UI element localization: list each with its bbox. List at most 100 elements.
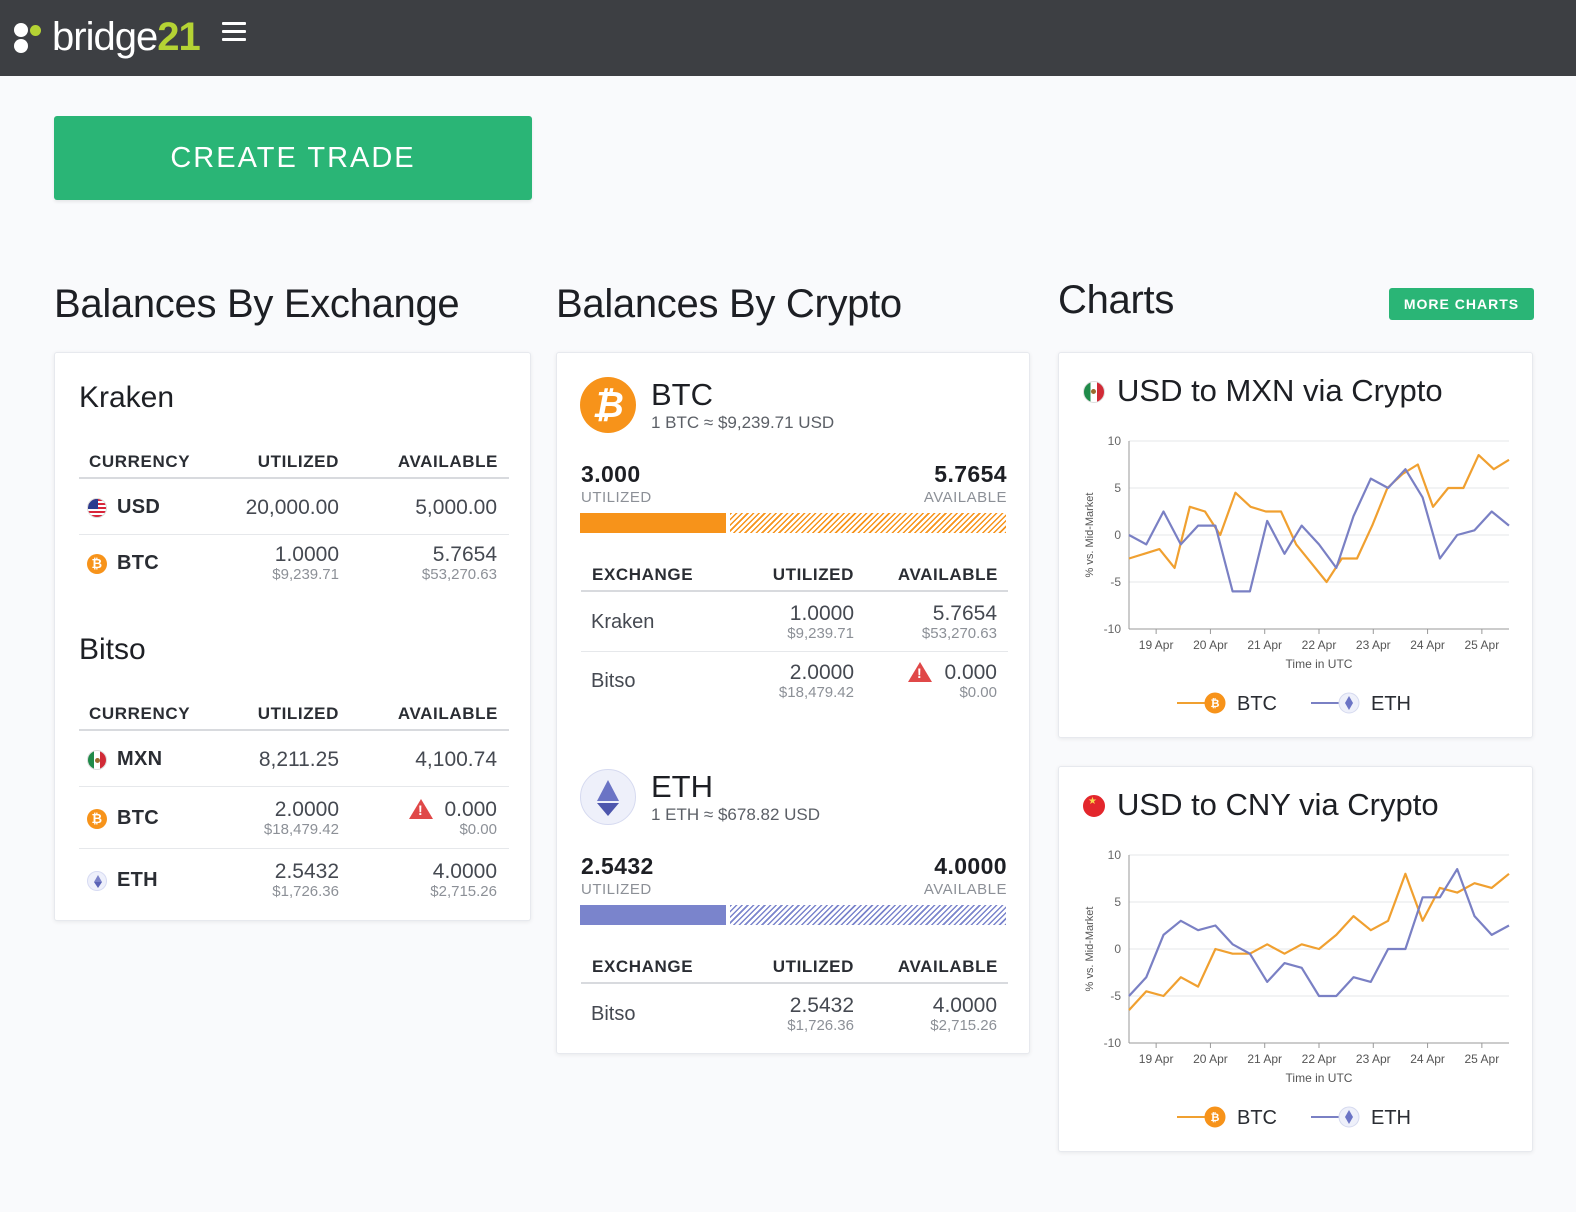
table-row-mxn[interactable]: MXN [87, 748, 162, 771]
available-value: 4.0000 [432, 860, 497, 883]
x-tick-label: 22 Apr [1302, 1052, 1337, 1066]
table-row-bitso[interactable]: Bitso [591, 1003, 635, 1026]
available-usd-value: $2,715.26 [430, 883, 497, 900]
btc-available-caption: AVAILABLE [923, 489, 1007, 506]
eth-utilized-total: 2.5432 [581, 853, 654, 879]
legend-label: BTC [1237, 693, 1277, 715]
chart-card-usd-mxn: USD to MXN via Crypto 10 5 0 -5 -10 19 Apr 20 … [1058, 352, 1533, 738]
eth-available-total: 4.0000 [934, 853, 1007, 879]
utilized-value: 2.0000 [789, 661, 854, 684]
y-axis-label: % vs. Mid-Market [1084, 493, 1096, 578]
table-row-eth[interactable]: ETH [87, 869, 158, 892]
column-header-currency: CURRENCY [89, 704, 191, 723]
currency-label: USD [117, 496, 161, 518]
bitcoin-icon: ₿ [87, 553, 107, 574]
available-value: 4.0000 [932, 994, 997, 1017]
column-header-available: AVAILABLE [397, 704, 498, 723]
y-tick-label: -10 [1104, 622, 1122, 636]
crypto-balances-card: ₿ BTC 1 BTC ≈ $9,239.71 USD 3.000 UTILIZ… [556, 352, 1030, 1054]
charts-heading: Charts [1058, 278, 1175, 322]
available-value: 0.000 [944, 661, 997, 684]
table-row-btc[interactable]: ₿ BTC [87, 807, 159, 830]
available-value: 5.7654 [432, 543, 497, 566]
column-header-utilized: UTILIZED [257, 452, 339, 471]
y-tick-label: -5 [1110, 989, 1121, 1003]
x-tick-label: 19 Apr [1139, 1052, 1174, 1066]
create-trade-button[interactable]: CREATE TRADE [54, 116, 532, 200]
utilized-value: 2.5432 [789, 994, 854, 1017]
balances-by-exchange-heading: Balances By Exchange [54, 282, 460, 326]
y-tick-label: 10 [1108, 848, 1122, 862]
crypto-symbol-eth: ETH [651, 769, 713, 804]
available-value: 4,100.74 [415, 748, 497, 771]
utilized-usd-value: $1,726.36 [787, 1017, 854, 1034]
ethereum-icon [580, 769, 636, 825]
hamburger-menu-icon[interactable] [222, 22, 246, 46]
y-tick-label: 0 [1114, 528, 1121, 542]
utilized-value: 2.5432 [274, 860, 339, 883]
exchange-balances-card: Kraken CURRENCY UTILIZED AVAILABLE USD 2… [54, 352, 531, 921]
column-header-currency: CURRENCY [89, 452, 191, 471]
chart-card-usd-cny: USD to CNY via Crypto 1050-5-1019 Apr20 … [1058, 766, 1533, 1152]
utilized-usd-value: $1,726.36 [272, 883, 339, 900]
utilized-value: 1.0000 [274, 543, 339, 566]
series-line-btc [1128, 453, 1510, 584]
table-row-kraken[interactable]: Kraken [591, 611, 654, 634]
x-tick-label: 22 Apr [1302, 638, 1337, 652]
exchange-name-bitso: Bitso [79, 633, 146, 666]
series-line-eth [1128, 867, 1510, 998]
btc-available-total: 5.7654 [934, 461, 1007, 487]
x-tick-label: 23 Apr [1356, 638, 1391, 652]
y-tick-label: 10 [1108, 434, 1122, 448]
y-tick-label: 0 [1114, 942, 1121, 956]
more-charts-button[interactable]: MORE CHARTS [1389, 288, 1534, 320]
column-header-exchange: EXCHANGE [592, 957, 694, 976]
legend-label: ETH [1371, 693, 1411, 715]
x-tick-label: 25 Apr [1465, 1052, 1500, 1066]
x-tick-label: 20 Apr [1193, 638, 1228, 652]
utilized-value: 2.0000 [274, 798, 339, 821]
top-navigation-bar: bridge 21 [0, 0, 1576, 76]
crypto-symbol-btc: BTC [651, 377, 713, 412]
logo-number: 21 [157, 15, 200, 59]
available-value: 5.7654 [932, 602, 997, 625]
logo-word: bridge [52, 15, 158, 59]
available-bar-fill [730, 513, 1006, 533]
bridge21-logo[interactable]: bridge 21 [12, 12, 201, 62]
currency-label: ETH [117, 869, 158, 891]
utilized-value: 20,000.00 [245, 496, 339, 519]
utilized-usd-value: $9,239.71 [787, 625, 854, 642]
currency-label: MXN [117, 748, 163, 770]
series-line-btc [1128, 872, 1510, 1011]
available-usd-value: $0.00 [459, 821, 497, 838]
utilized-usd-value: $18,479.42 [263, 821, 339, 838]
x-tick-label: 21 Apr [1247, 1052, 1282, 1066]
available-value: 5,000.00 [415, 496, 497, 519]
x-axis-label: Time in UTC [1286, 657, 1353, 671]
x-tick-label: 21 Apr [1247, 638, 1282, 652]
mx-flag-icon [87, 749, 107, 770]
bitcoin-icon: ₿ [580, 377, 636, 433]
utilized-usd-value: $18,479.42 [778, 684, 854, 701]
table-row-btc[interactable]: ₿ BTC [87, 552, 159, 575]
currency-label: BTC [117, 807, 160, 829]
y-axis-label: % vs. Mid-Market [1084, 907, 1096, 992]
y-tick-label: 5 [1114, 895, 1121, 909]
eth-available-caption: AVAILABLE [923, 881, 1007, 898]
eth-rate: 1 ETH ≈ $678.82 USD [651, 805, 821, 824]
btc-utilized-total: 3.000 [581, 461, 641, 487]
column-header-available: AVAILABLE [897, 957, 998, 976]
logo-mark-icon [12, 17, 44, 57]
legend-bitcoin-glyph: ₿ [1211, 698, 1220, 710]
available-usd-value: $53,270.63 [921, 625, 997, 642]
legend-label: ETH [1371, 1107, 1411, 1129]
y-tick-label: -10 [1104, 1036, 1122, 1050]
us-flag-icon [87, 497, 107, 518]
table-row-usd[interactable]: USD [87, 496, 160, 519]
y-tick-label: -5 [1110, 575, 1121, 589]
table-row-bitso[interactable]: Bitso [591, 670, 635, 693]
legend-label: BTC [1237, 1107, 1277, 1129]
line-chart-usd-cny: 10 5 0 -5 -10 19 Apr 20 Apr 21 Apr 22 Apr 23 Apr 2… [1084, 848, 1510, 1129]
ethereum-icon [87, 870, 107, 891]
utilized-value: 1.0000 [789, 602, 854, 625]
